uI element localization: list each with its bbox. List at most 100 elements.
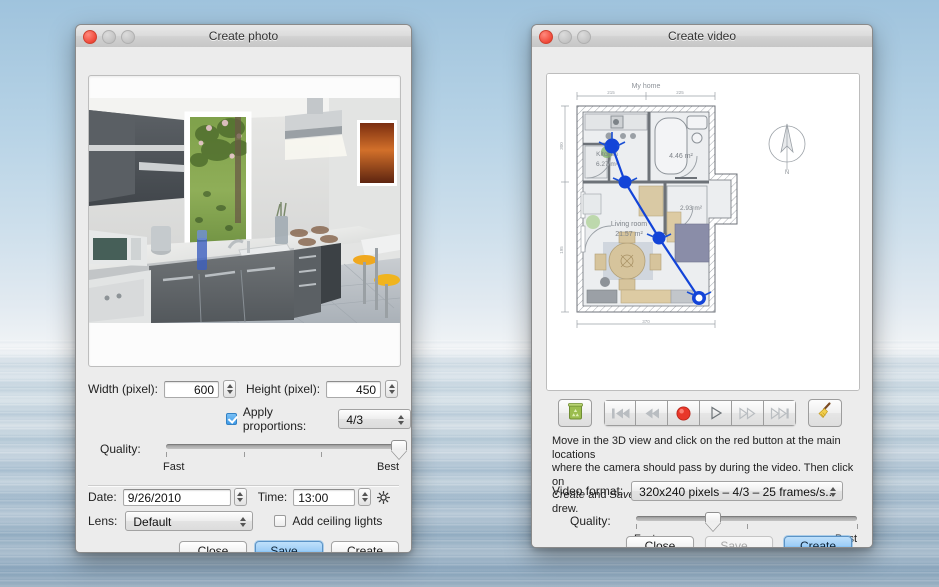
video-save-button: Save...: [705, 536, 773, 548]
rewind-icon: [642, 407, 661, 420]
slider-tick: [166, 452, 167, 457]
plan-dimension: 370: [642, 319, 650, 324]
apply-proportions-label: Apply proportions:: [243, 405, 329, 433]
ceiling-lights-label: Add ceiling lights: [292, 514, 382, 528]
record-button[interactable]: [668, 400, 700, 426]
date-time-row: Date: 9/26/2010 Time: 13:00: [88, 487, 399, 507]
video-window-title: Create video: [532, 25, 872, 47]
video-quality-slider[interactable]: [636, 511, 857, 533]
time-input[interactable]: 13:00: [293, 489, 355, 506]
photo-save-button[interactable]: Save...: [255, 541, 323, 553]
play-icon: [708, 406, 724, 420]
plan-dimension: 300: [559, 142, 564, 150]
plan-dimension: 215: [607, 90, 615, 95]
apply-proportions-checkbox[interactable]: [226, 413, 237, 425]
video-format-select-value: 320x240 pixels – 4/3 – 25 frames/s...: [639, 485, 835, 499]
fast-forward-icon: [738, 407, 757, 420]
video-format-select[interactable]: 320x240 pixels – 4/3 – 25 frames/s...: [631, 481, 843, 501]
room-area: 21.57 m²: [615, 231, 643, 238]
proportions-select-value: 4/3: [346, 413, 363, 427]
create-photo-window[interactable]: Create photo: [75, 24, 412, 553]
chevron-updown-icon: [396, 412, 405, 428]
photo-quality-slider[interactable]: [166, 439, 399, 461]
camera-waypoint: [653, 232, 666, 245]
lens-select[interactable]: Default: [125, 511, 253, 531]
slider-tick: [747, 524, 748, 529]
slider-tick: [321, 452, 322, 457]
skip-to-start-button[interactable]: [604, 400, 636, 426]
room-area: 2.93 m²: [680, 205, 703, 212]
camera-waypoint: [619, 176, 632, 189]
video-quality-label: Quality:: [570, 514, 611, 528]
height-input[interactable]: 450: [326, 381, 381, 398]
photo-quality-max-label: Best: [377, 461, 399, 473]
ceiling-lights-checkbox[interactable]: [274, 515, 286, 527]
instructions-line-1: Move in the 3D view and click on the red…: [552, 435, 857, 462]
rewind-button[interactable]: [636, 400, 668, 426]
plan-title: My home: [632, 83, 661, 90]
slider-track: [636, 516, 857, 521]
photo-window-titlebar[interactable]: Create photo: [76, 25, 411, 48]
plan-dimension: 225: [676, 90, 684, 95]
video-format-label: Video format:: [552, 484, 623, 498]
photo-quality-min-label: Fast: [163, 461, 184, 473]
broom-icon: [816, 401, 835, 425]
skip-to-end-button[interactable]: [764, 400, 796, 426]
photo-divider: [88, 485, 399, 486]
slider-knob[interactable]: [391, 440, 407, 459]
date-input[interactable]: 9/26/2010: [123, 489, 231, 506]
video-create-button[interactable]: Create: [784, 536, 852, 548]
photo-preview-panel: [88, 75, 401, 367]
camera-current-position: [696, 295, 703, 302]
create-video-window[interactable]: Create video: [531, 24, 873, 548]
lens-row: Lens: Default Add ceiling lights: [88, 510, 399, 532]
floor-plan[interactable]: 215 225 370 300 195 My home Kitchen 6.27…: [547, 74, 859, 390]
fast-forward-button[interactable]: [732, 400, 764, 426]
chevron-updown-icon: [828, 484, 837, 500]
apply-proportions-row: Apply proportions: 4/3: [226, 405, 411, 433]
video-close-button[interactable]: Close: [626, 536, 694, 548]
height-stepper[interactable]: [385, 380, 398, 398]
time-label: Time:: [258, 490, 288, 504]
date-stepper[interactable]: [234, 488, 247, 506]
width-stepper[interactable]: [223, 380, 236, 398]
lens-select-value: Default: [133, 515, 171, 529]
height-label: Height (pixel):: [246, 382, 320, 396]
slider-knob[interactable]: [705, 512, 721, 531]
video-plan-panel[interactable]: 215 225 370 300 195 My home Kitchen 6.27…: [546, 73, 860, 391]
photo-close-button[interactable]: Close: [179, 541, 247, 553]
photo-window-title: Create photo: [76, 25, 411, 47]
photo-quality-row: Quality: Fast Best: [88, 439, 399, 479]
video-window-titlebar[interactable]: Create video: [532, 25, 872, 48]
video-toolbar[interactable]: [558, 399, 842, 427]
rendered-kitchen-image: [89, 98, 400, 323]
trash-icon: [567, 402, 584, 425]
width-input[interactable]: 600: [164, 381, 219, 398]
playback-button-group[interactable]: [604, 400, 796, 426]
play-button[interactable]: [700, 400, 732, 426]
photo-quality-label: Quality:: [100, 442, 141, 456]
photo-button-row: Close Save... Create: [179, 541, 399, 553]
slider-tick: [244, 452, 245, 457]
room-area: 4.46 m²: [669, 153, 693, 160]
delete-path-button[interactable]: [558, 399, 592, 427]
sun-icon[interactable]: [377, 491, 390, 504]
video-instructions: Move in the 3D view and click on the red…: [552, 435, 857, 516]
chevron-updown-icon: [238, 514, 247, 530]
proportions-select[interactable]: 4/3: [338, 409, 411, 429]
slider-tick: [636, 524, 637, 529]
svg-text:N: N: [785, 170, 789, 176]
video-format-row: Video format: 320x240 pixels – 4/3 – 25 …: [552, 481, 857, 501]
slider-tick: [857, 524, 858, 529]
record-icon: [675, 405, 692, 422]
video-button-row: Close Save... Create: [626, 536, 852, 548]
lens-label: Lens:: [88, 514, 117, 528]
clear-path-button[interactable]: [808, 399, 842, 427]
time-stepper[interactable]: [358, 488, 371, 506]
photo-create-button[interactable]: Create: [331, 541, 399, 553]
width-label: Width (pixel):: [88, 382, 158, 396]
dimensions-row: Width (pixel): 600 Height (pixel): 450: [88, 379, 399, 399]
room-area: 6.27 m²: [596, 161, 619, 168]
date-label: Date:: [88, 490, 117, 504]
skip-forward-icon: [770, 407, 790, 420]
